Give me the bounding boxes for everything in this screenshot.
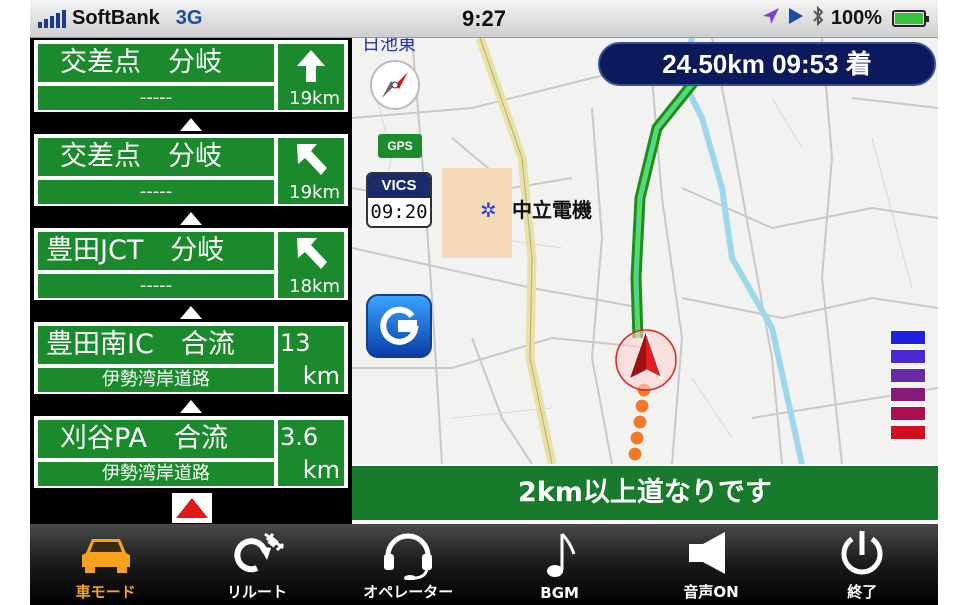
bottom-toolbar: 車モード リルート オペレーター BGM 音声ON 終了 <box>30 524 938 605</box>
reroute-icon <box>227 525 287 581</box>
up-triangle-icon <box>180 118 202 131</box>
map-poi-label: 中立電機 <box>512 198 592 222</box>
sign-distance-unit: km <box>302 456 340 484</box>
vics-label: VICS <box>368 174 430 198</box>
toolbar-label: オペレーター <box>363 583 454 601</box>
g-app-button[interactable] <box>366 294 432 358</box>
traffic-level-bar <box>890 406 926 421</box>
car-mode-button[interactable]: 車モード <box>36 524 176 605</box>
exit-button[interactable]: 終了 <box>792 524 932 605</box>
operator-headset-icon <box>380 525 436 581</box>
toolbar-label: BGM <box>540 584 579 602</box>
highway-guidance-panel: 交差点 分岐 ----- 19km 交差点 分岐 ----- 19km 豊田JC… <box>30 38 352 524</box>
guidance-message: 2km以上道なりです <box>352 464 938 520</box>
sign-sub-text: ----- <box>38 180 274 204</box>
clock: 9:27 <box>461 5 507 31</box>
direction-box: 19km <box>278 44 344 110</box>
toolbar-label: 終了 <box>847 583 878 601</box>
sign-distance: 19km <box>289 182 340 203</box>
sign-main-text: 豊田JCT 分岐 <box>38 232 274 270</box>
arrow-up-icon <box>297 50 325 82</box>
sign-main-text: 豊田南IC 合流 <box>38 326 274 364</box>
arrow-up-left-icon <box>297 144 327 175</box>
sign-sub-text: 伊勢湾岸道路 <box>38 368 274 392</box>
traffic-level-bar <box>890 330 926 345</box>
sign-distance-unit: km <box>302 362 340 390</box>
status-bar: SoftBank 3G 9:27 100% <box>30 0 938 38</box>
power-icon <box>836 525 888 581</box>
arrow-up-left-icon <box>297 238 327 269</box>
up-triangle-icon <box>180 400 202 413</box>
sign-sub-text: 伊勢湾岸道路 <box>38 462 274 486</box>
signal-strength-icon <box>38 9 66 28</box>
red-triangle-icon <box>176 498 208 518</box>
sign-main-text: 刈谷PA 合流 <box>38 420 274 458</box>
eta-display[interactable]: 24.50km 09:53 着 <box>598 42 936 86</box>
traffic-legend <box>890 330 926 444</box>
traffic-level-bar <box>890 349 926 364</box>
bgm-button[interactable]: BGM <box>490 524 630 605</box>
gps-button[interactable]: GPS <box>378 134 422 158</box>
voice-on-button[interactable]: 音声ON <box>641 524 781 605</box>
sign-distance-value: 13 <box>280 329 311 357</box>
guidance-sign[interactable]: 豊田南IC 合流 伊勢湾岸道路 13 km <box>34 322 348 394</box>
traffic-level-bar <box>890 368 926 383</box>
direction-box: 19km <box>278 138 344 204</box>
g-logo-icon <box>380 306 419 345</box>
toolbar-label: リルート <box>226 583 287 601</box>
guidance-sign[interactable]: 交差点 分岐 ----- 19km <box>34 40 348 112</box>
location-icon <box>761 6 781 32</box>
battery-percent: 100% <box>830 7 882 29</box>
vics-button[interactable]: VICS 09:20 <box>366 172 432 228</box>
toolbar-label: 車モード <box>75 583 136 601</box>
guidance-sign[interactable]: 刈谷PA 合流 伊勢湾岸道路 3.6 km <box>34 416 348 488</box>
car-icon <box>78 525 134 581</box>
direction-box: 3.6 km <box>278 420 344 486</box>
up-triangle-icon <box>180 212 202 225</box>
bluetooth-icon <box>811 5 825 33</box>
scroll-up-button[interactable] <box>172 493 212 523</box>
sign-main-text: 交差点 分岐 <box>38 138 274 176</box>
traffic-level-bar <box>890 387 926 402</box>
play-icon <box>787 6 805 32</box>
map-place-label: 日池東 <box>362 38 416 55</box>
map-roads <box>352 38 938 464</box>
toolbar-label: 音声ON <box>683 583 739 601</box>
reroute-button[interactable]: リルート <box>187 524 327 605</box>
direction-box: 13 km <box>278 326 344 392</box>
carrier-label: SoftBank <box>72 7 160 29</box>
map-view[interactable]: 日池東 ✲ 中立電機 24.50km 09:53 着 GPS VICS 09:2… <box>352 38 938 464</box>
speaker-icon <box>683 525 739 581</box>
sign-distance: 18km <box>289 276 340 297</box>
guidance-sign[interactable]: 交差点 分岐 ----- 19km <box>34 134 348 206</box>
operator-button[interactable]: オペレーター <box>338 524 478 605</box>
battery-icon <box>892 10 929 27</box>
direction-box: 18km <box>278 232 344 298</box>
sign-sub-text: ----- <box>38 274 274 298</box>
vics-time: 09:20 <box>370 201 428 223</box>
compass-icon <box>382 72 408 98</box>
traffic-level-bar <box>890 425 926 440</box>
music-note-icon <box>540 528 580 584</box>
sign-sub-text: ----- <box>38 86 274 110</box>
sign-distance: 19km <box>289 88 340 109</box>
up-triangle-icon <box>180 306 202 319</box>
guidance-sign[interactable]: 豊田JCT 分岐 ----- 18km <box>34 228 348 300</box>
compass-button[interactable] <box>370 60 420 110</box>
network-label: 3G <box>175 7 203 29</box>
sign-distance-value: 3.6 <box>280 423 319 451</box>
sign-main-text: 交差点 分岐 <box>38 44 274 82</box>
factory-poi-icon: ✲ <box>480 200 497 222</box>
